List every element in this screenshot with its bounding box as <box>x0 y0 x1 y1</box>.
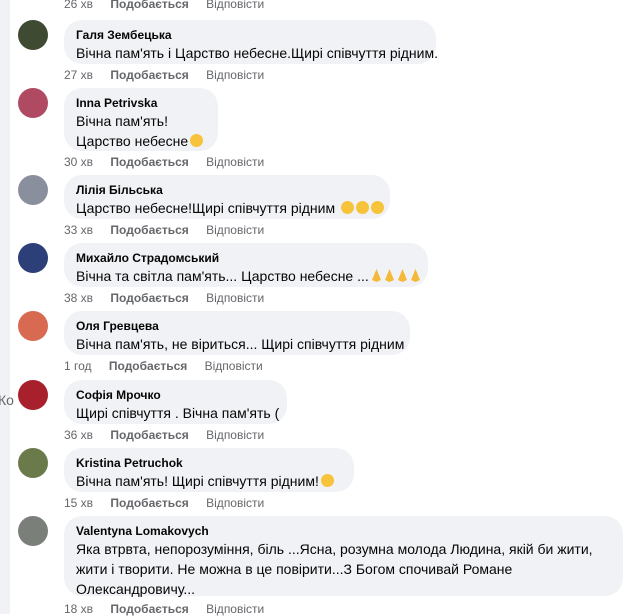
comment-author[interactable]: Оля Гревцева <box>76 318 398 334</box>
comment-actions: 27 хв Подобається Відповісти <box>64 68 278 82</box>
praying-hands-icon <box>397 269 407 282</box>
left-panel-edge: Ко <box>0 0 14 614</box>
reply-button[interactable]: Відповісти <box>206 155 264 169</box>
comment-time[interactable]: 30 хв <box>64 155 93 169</box>
comment-actions: 33 хв Подобається Відповісти <box>64 223 278 237</box>
comment-actions: 1 год Подобається Відповісти <box>64 359 277 373</box>
like-button[interactable]: Подобається <box>109 359 187 373</box>
avatar[interactable] <box>18 175 48 205</box>
like-button[interactable]: Подобається <box>110 0 188 11</box>
avatar[interactable] <box>18 20 48 50</box>
reply-button[interactable]: Відповісти <box>206 291 264 305</box>
comment-author[interactable]: Valentyna Lomakovych <box>76 523 611 539</box>
avatar[interactable] <box>18 311 48 341</box>
avatar[interactable] <box>18 516 48 546</box>
avatar[interactable] <box>18 88 48 118</box>
comment-bubble: Оля Гревцева Вічна пам'ять, не віриться.… <box>64 311 410 355</box>
comment-text: Вічна пам'ять! Щирі співчуття рідним! <box>76 473 319 489</box>
like-button[interactable]: Подобається <box>110 291 188 305</box>
comment-text: Вічна пам'ять і Царство небесне.Щирі спі… <box>76 45 438 61</box>
comment-author[interactable]: Inna Petrivska <box>76 95 206 111</box>
comment-time[interactable]: 27 хв <box>64 68 93 82</box>
sad-face-icon <box>320 474 334 487</box>
reply-button[interactable]: Відповісти <box>206 496 264 510</box>
comment-bubble: Kristina Petruchok Вічна пам'ять! Щирі с… <box>64 448 354 492</box>
crying-face-icon <box>355 201 369 214</box>
comment-author[interactable]: Kristina Petruchok <box>76 455 342 471</box>
comment-text-line: Царство небесне <box>76 133 189 149</box>
reply-button[interactable]: Відповісти <box>206 223 264 237</box>
comment-author[interactable]: Михайло Страдомський <box>76 250 416 266</box>
comment-bubble: Софія Мрочко Щирі співчуття . Вічна пам'… <box>64 380 287 424</box>
comment-time[interactable]: 33 хв <box>64 223 93 237</box>
comment-bubble: Михайло Страдомський Вічна та світла пам… <box>64 243 428 287</box>
comment-time[interactable]: 38 хв <box>64 291 93 305</box>
reply-button[interactable]: Відповісти <box>206 428 264 442</box>
crying-face-icon <box>370 201 384 214</box>
comment-time[interactable]: 15 хв <box>64 496 93 510</box>
sad-face-icon <box>190 134 204 147</box>
side-fragment: Ко <box>0 392 14 408</box>
comment-actions: 30 хв Подобається Відповісти <box>64 155 278 169</box>
comment-actions: 36 хв Подобається Відповісти <box>64 428 278 442</box>
avatar[interactable] <box>18 380 48 410</box>
like-button[interactable]: Подобається <box>110 428 188 442</box>
comment-actions: 15 хв Подобається Відповісти <box>64 496 278 510</box>
comment-text: Царство небесне!Щирі співчуття рідним <box>76 200 336 216</box>
praying-hands-icon <box>371 269 381 282</box>
comment-author[interactable]: Галя Зембецька <box>76 27 424 43</box>
reply-button[interactable]: Відповісти <box>206 68 264 82</box>
comment-actions: 38 хв Подобається Відповісти <box>64 291 278 305</box>
comment-author[interactable]: Софія Мрочко <box>76 387 275 403</box>
praying-hands-icon <box>384 269 394 282</box>
avatar[interactable] <box>18 448 48 478</box>
comment-text: Царство небесне <box>76 131 206 151</box>
comment-time[interactable]: 1 год <box>64 359 92 373</box>
like-button[interactable]: Подобається <box>110 223 188 237</box>
comment-bubble: Valentyna Lomakovych Яка втрвта, непороз… <box>64 516 623 597</box>
comment-text: Яка втрвта, непорозуміння, біль ...Ясна,… <box>76 541 593 557</box>
comment-text: Вічна пам'ять, не віриться... Щирі співч… <box>76 336 405 352</box>
previous-comment-actions: 26 хв Подобається Відповісти <box>64 0 264 11</box>
comment-text: Олександровичу... <box>76 581 196 597</box>
comment-text: жити і творити. Не можна в це повірити..… <box>76 561 513 577</box>
crying-face-icon <box>340 201 354 214</box>
comment-author[interactable]: Лілія Більська <box>76 182 378 198</box>
like-button[interactable]: Подобається <box>110 496 188 510</box>
comment-text: Вічна та світла пам'ять... Царство небес… <box>76 268 369 284</box>
comment-text: Щирі співчуття . Вічна пам'ять ( <box>76 405 280 421</box>
comment-bubble: Лілія Більська Царство небесне!Щирі спів… <box>64 175 390 219</box>
like-button[interactable]: Подобається <box>110 155 188 169</box>
comment-bubble: Галя Зембецька Вічна пам'ять і Царство н… <box>64 20 438 64</box>
comment-bubble: Inna Petrivska Вічна пам'ять! Царство не… <box>64 88 218 151</box>
comment-time[interactable]: 36 хв <box>64 428 93 442</box>
praying-hands-icon <box>410 269 420 282</box>
comment-text: Вічна пам'ять! <box>76 113 168 129</box>
avatar[interactable] <box>18 243 48 273</box>
reply-button[interactable]: Відповісти <box>205 359 263 373</box>
comment-time: 26 хв <box>64 0 94 11</box>
like-button[interactable]: Подобається <box>110 68 188 82</box>
reply-button[interactable]: Відповісти <box>206 0 264 11</box>
